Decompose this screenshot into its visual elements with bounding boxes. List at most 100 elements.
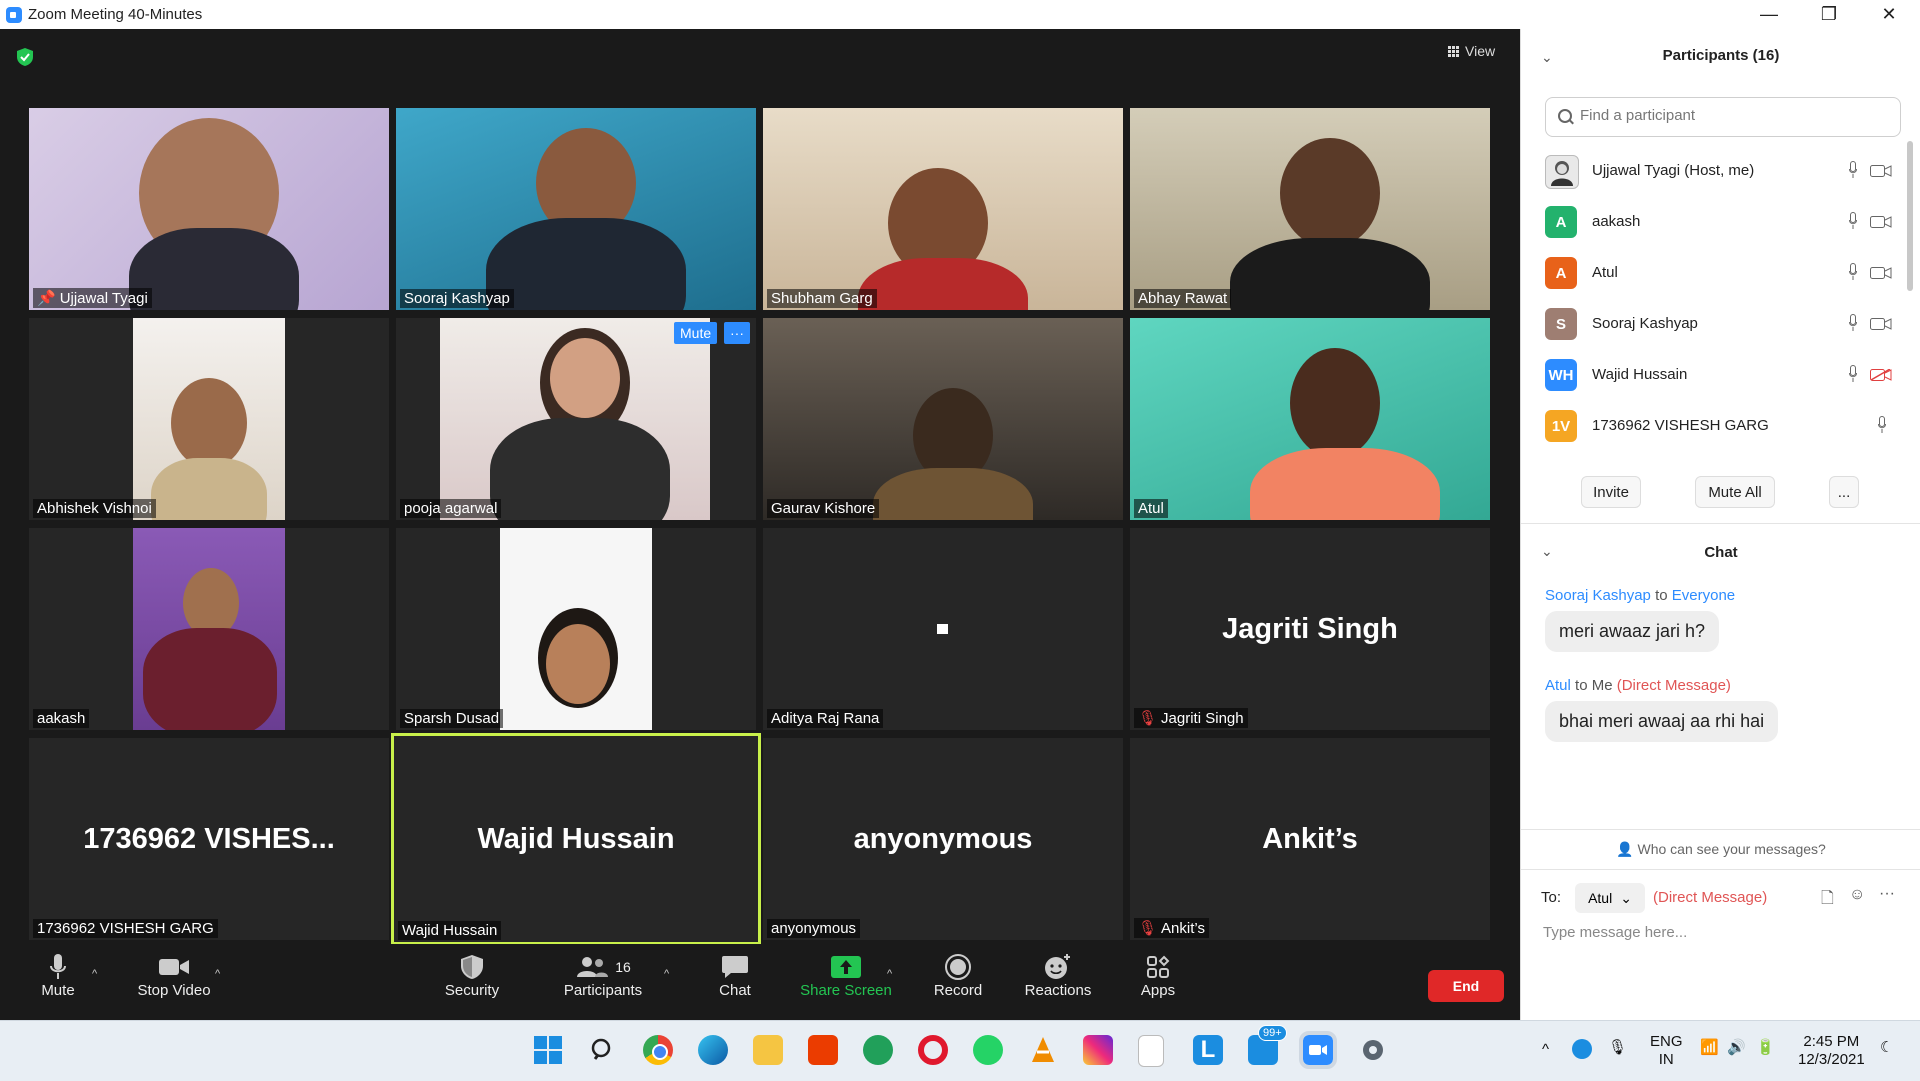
more-participant-options-button[interactable]: ... <box>1829 476 1859 508</box>
who-can-see-messages-link[interactable]: 👤 Who can see your messages? <box>1521 841 1920 858</box>
video-tile[interactable]: Gaurav Kishore <box>763 318 1123 520</box>
participant-name: pooja agarwal <box>404 500 498 517</box>
participant-row[interactable]: A Atul <box>1521 247 1911 298</box>
microphone-icon[interactable] <box>1849 161 1857 179</box>
notification-badge: 99+ <box>1258 1025 1287 1041</box>
video-options-caret[interactable]: ^ <box>215 968 220 980</box>
video-tile[interactable]: Shubham Garg <box>763 108 1123 310</box>
restore-button[interactable]: ❐ <box>1806 0 1852 29</box>
apps-button[interactable]: Apps <box>1140 952 1176 999</box>
participant-row[interactable]: Ujjawal Tyagi (Host, me) <box>1521 145 1911 196</box>
microphone-icon <box>30 952 86 982</box>
encryption-shield-icon[interactable] <box>16 47 34 67</box>
participant-search-box[interactable] <box>1545 97 1901 137</box>
video-camera-icon[interactable] <box>1870 267 1892 279</box>
mute-all-button[interactable]: Mute All <box>1695 476 1775 508</box>
avatar: 1V <box>1545 410 1577 442</box>
video-tile[interactable]: anyonymous anyonymous <box>763 738 1123 940</box>
mail-icon[interactable]: 99+ <box>1248 1025 1287 1065</box>
sender-name[interactable]: Atul <box>1545 677 1571 694</box>
microphone-icon[interactable] <box>1878 416 1886 434</box>
recipient-select[interactable]: Atul ⌄ <box>1575 883 1645 913</box>
chat-button[interactable]: Chat <box>710 952 760 999</box>
participant-search-input[interactable] <box>1578 106 1882 125</box>
participant-row[interactable]: A aakash <box>1521 196 1911 247</box>
clock[interactable]: 2:45 PM 12/3/2021 <box>1798 1033 1865 1069</box>
avatar <box>1545 155 1579 189</box>
video-tile[interactable]: aakash <box>29 528 389 730</box>
microphone-icon[interactable] <box>1849 263 1857 281</box>
more-options-button[interactable]: ··· <box>724 322 750 344</box>
cloud-sync-icon[interactable] <box>1572 1039 1592 1059</box>
video-tile[interactable]: 1736962 VISHES... 1736962 VISHESH GARG <box>29 738 389 940</box>
chat-message-input[interactable] <box>1541 923 1905 942</box>
instagram-icon[interactable] <box>1083 1035 1113 1065</box>
close-button[interactable]: ✕ <box>1866 0 1912 29</box>
participant-row[interactable]: S Sooraj Kashyap <box>1521 298 1911 349</box>
language-indicator[interactable]: ENG IN <box>1650 1033 1683 1069</box>
document-icon[interactable] <box>1138 1035 1164 1067</box>
mute-button[interactable]: Mute <box>30 952 86 999</box>
video-tile[interactable]: Atul <box>1130 318 1490 520</box>
participant-row[interactable]: 1V 1736962 VISHESH GARG <box>1521 400 1911 448</box>
participants-options-caret[interactable]: ^ <box>664 968 669 980</box>
video-camera-icon[interactable] <box>1870 216 1892 228</box>
video-tile[interactable]: Sparsh Dusad <box>396 528 756 730</box>
participants-button[interactable]: 16 Participants <box>560 952 646 999</box>
search-icon[interactable] <box>588 1035 618 1065</box>
video-off-icon[interactable] <box>1870 369 1892 381</box>
share-options-caret[interactable]: ^ <box>887 968 892 980</box>
view-button[interactable]: View <box>1448 43 1495 59</box>
participants-scrollbar[interactable] <box>1907 141 1913 291</box>
video-camera-icon[interactable] <box>1870 318 1892 330</box>
l-app-icon[interactable]: L <box>1193 1035 1223 1065</box>
volume-icon[interactable]: 🔊 <box>1727 1039 1746 1057</box>
video-camera-icon[interactable] <box>1870 165 1892 177</box>
active-speaker-tile[interactable]: Wajid Hussain Wajid Hussain <box>391 733 761 945</box>
mute-participant-button[interactable]: Mute <box>674 322 718 344</box>
reactions-button[interactable]: Reactions <box>1022 952 1094 999</box>
video-tile[interactable]: Abhay Rawat <box>1130 108 1490 310</box>
whatsapp-icon[interactable] <box>973 1035 1003 1065</box>
video-tile[interactable]: Sooraj Kashyap <box>396 108 756 310</box>
vlc-icon[interactable] <box>1028 1035 1058 1065</box>
microphone-tray-icon[interactable]: 🎙 <box>1608 1039 1627 1057</box>
chrome-icon[interactable] <box>643 1035 673 1065</box>
share-screen-button[interactable]: Share Screen <box>798 952 894 999</box>
record-label: Record <box>933 982 983 999</box>
emoji-icon[interactable]: ☺ <box>1849 886 1865 904</box>
microphone-icon[interactable] <box>1849 365 1857 383</box>
edge-icon[interactable] <box>698 1035 728 1065</box>
end-meeting-button[interactable]: End <box>1428 970 1504 1002</box>
audio-options-caret[interactable]: ^ <box>92 968 97 980</box>
video-tile[interactable]: Mute ··· pooja agarwal <box>396 318 756 520</box>
microphone-icon[interactable] <box>1849 212 1857 230</box>
invite-button[interactable]: Invite <box>1581 476 1641 508</box>
file-explorer-icon[interactable] <box>753 1035 783 1065</box>
more-icon[interactable]: ··· <box>1879 885 1895 903</box>
sender-name[interactable]: Sooraj Kashyap <box>1545 587 1651 604</box>
video-tile[interactable]: Jagriti Singh 🎙 Jagriti Singh <box>1130 528 1490 730</box>
participant-row[interactable]: WH Wajid Hussain <box>1521 349 1911 400</box>
video-tile[interactable]: Abhishek Vishnoi <box>29 318 389 520</box>
opera-icon[interactable] <box>918 1035 948 1065</box>
file-icon[interactable]: 🗋 <box>1821 887 1834 914</box>
microphone-icon[interactable] <box>1849 314 1857 332</box>
minimize-button[interactable]: — <box>1746 0 1792 29</box>
stop-video-button[interactable]: Stop Video <box>128 952 220 999</box>
security-button[interactable]: Security <box>438 952 506 999</box>
office-icon[interactable] <box>808 1035 838 1065</box>
show-hidden-icons-chevron[interactable]: ^ <box>1542 1041 1549 1059</box>
video-tile[interactable]: Ankit’s 🎙 Ankit’s <box>1130 738 1490 940</box>
video-tile[interactable]: 📌 Ujjawal Tyagi <box>29 108 389 310</box>
notification-moon-icon[interactable]: ☾ <box>1880 1039 1893 1057</box>
battery-icon[interactable]: 🔋 <box>1756 1039 1775 1057</box>
participant-name-label: Abhishek Vishnoi <box>33 499 156 518</box>
record-button[interactable]: Record <box>930 952 986 999</box>
wifi-icon[interactable]: 📶 <box>1700 1039 1719 1057</box>
zoom-taskbar-icon[interactable] <box>1299 1031 1337 1069</box>
settings-gear-icon[interactable] <box>1358 1035 1388 1065</box>
utorrent-icon[interactable] <box>863 1035 893 1065</box>
windows-start-icon[interactable] <box>533 1035 563 1065</box>
video-tile[interactable]: Aditya Raj Rana <box>763 528 1123 730</box>
